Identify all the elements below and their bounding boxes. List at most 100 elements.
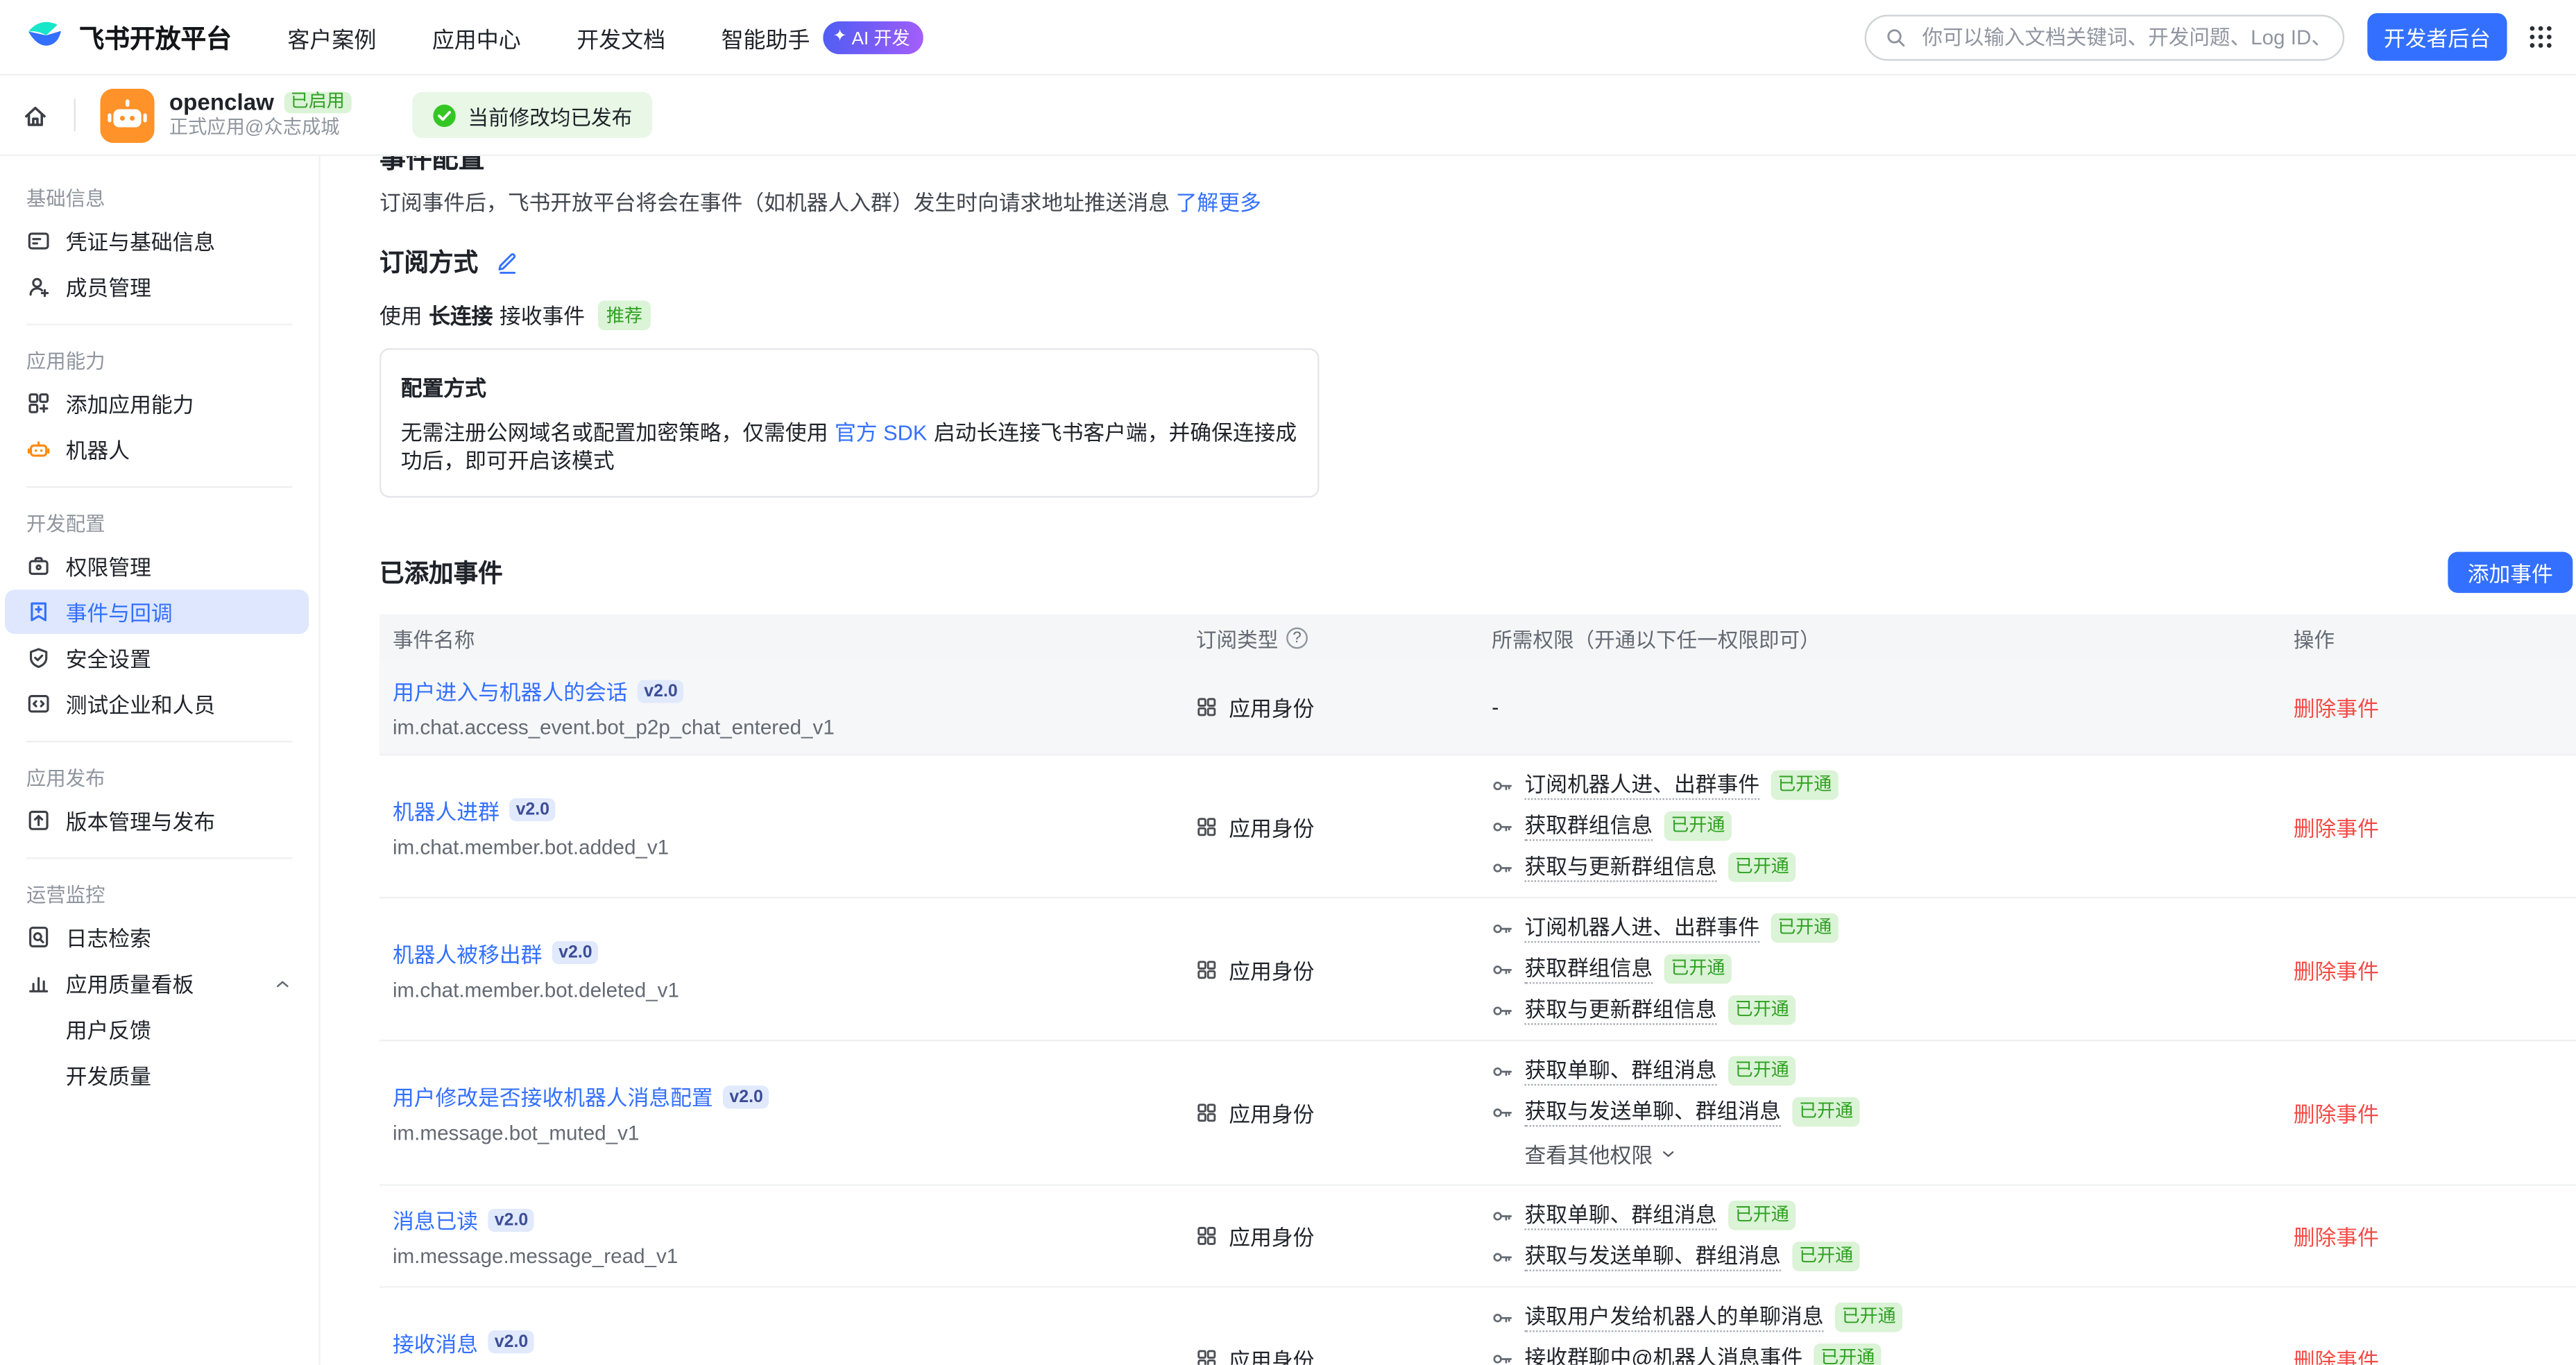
delete-event-link[interactable]: 删除事件: [2294, 959, 2379, 984]
help-question-icon[interactable]: ?: [1286, 626, 1308, 648]
event-name-cell: 接收消息v2.0 im.message.receive_v1: [379, 1326, 1183, 1365]
shield-check-icon: [26, 646, 51, 671]
sidebar-item-label: 版本管理与发布: [66, 805, 216, 836]
sidebar-item-test-org[interactable]: 测试企业和人员: [5, 682, 309, 726]
table-row: 机器人进群v2.0 im.chat.member.bot.added_v1 应用…: [379, 755, 2576, 898]
sidebar-item-members[interactable]: 成员管理: [5, 264, 309, 309]
config-card-description: 无需注册公网域名或配置加密策略，仅需使用官方 SDK启动长连接飞书客户端，并确保…: [401, 419, 1298, 475]
enabled-badge: 已开通: [1664, 812, 1732, 841]
sidebar-item-log-search[interactable]: 日志检索: [5, 915, 309, 959]
event-name-link[interactable]: 机器人被移出群: [393, 937, 543, 968]
event-name-link[interactable]: 用户修改是否接收机器人消息配置: [393, 1081, 713, 1112]
briefcase-icon: [26, 553, 51, 578]
sidebar-section-basic-info: 基础信息: [0, 178, 318, 217]
delete-event-link[interactable]: 删除事件: [2294, 1102, 2379, 1127]
home-button[interactable]: [22, 101, 49, 129]
app-enabled-badge: 已启用: [284, 92, 351, 113]
edit-pencil-icon[interactable]: [495, 249, 520, 275]
sidebar-item-dev-quality[interactable]: 开发质量: [5, 1053, 309, 1097]
global-search[interactable]: [1865, 14, 2344, 60]
sidebar-divider: [26, 857, 293, 859]
event-name-cell: 机器人被移出群v2.0 im.chat.member.bot.deleted_v…: [379, 937, 1183, 1001]
ai-dev-badge[interactable]: ✦ AI 开发: [823, 21, 923, 53]
permission-name[interactable]: 读取用户发给机器人的单聊消息: [1525, 1303, 1824, 1331]
sidebar-item-user-feedback[interactable]: 用户反馈: [5, 1007, 309, 1051]
column-header-label: 订阅类型: [1196, 621, 1278, 653]
developer-console-button[interactable]: 开发者后台: [2367, 13, 2507, 61]
version-badge: v2.0: [638, 679, 684, 702]
permission-name[interactable]: 获取与更新群组信息: [1525, 853, 1717, 881]
app-identity-icon: [1196, 1102, 1218, 1124]
subscribe-method-title: 订阅方式: [379, 245, 478, 280]
actions-cell: 删除事件: [2267, 811, 2576, 842]
table-row: 用户修改是否接收机器人消息配置v2.0 im.message.bot_muted…: [379, 1041, 2576, 1185]
event-name-link[interactable]: 消息已读: [393, 1204, 478, 1235]
user-plus-icon: [26, 274, 51, 299]
check-circle-icon: [432, 103, 457, 128]
brand[interactable]: 飞书开放平台: [23, 15, 232, 58]
permission-name[interactable]: 订阅机器人进、出群事件: [1525, 771, 1760, 799]
key-icon: [1492, 1061, 1513, 1082]
search-input[interactable]: [1919, 24, 2325, 50]
robot-icon: [26, 437, 51, 462]
learn-more-link[interactable]: 了解更多: [1176, 191, 1261, 216]
delete-event-link[interactable]: 删除事件: [2294, 1348, 2379, 1365]
mode-suffix: 接收事件: [500, 299, 585, 330]
add-event-button[interactable]: 添加事件: [2448, 552, 2573, 593]
view-more-permissions[interactable]: 查看其他权限: [1525, 1138, 2254, 1169]
delete-event-link[interactable]: 删除事件: [2294, 696, 2379, 721]
sidebar-item-bot[interactable]: 机器人: [5, 427, 309, 472]
log-search-icon: [26, 925, 51, 950]
permission-name[interactable]: 获取与发送单聊、群组消息: [1525, 1242, 1781, 1270]
actions-cell: 删除事件: [2267, 692, 2576, 723]
app-name[interactable]: openclaw: [169, 91, 274, 114]
nav-link-app-center[interactable]: 应用中心: [432, 21, 521, 53]
sidebar-item-add-capability[interactable]: 添加应用能力: [5, 381, 309, 425]
app-avatar-robot-icon[interactable]: [100, 88, 154, 142]
subscription-type: 应用身份: [1229, 1097, 1314, 1128]
apps-grid-icon[interactable]: [2528, 25, 2553, 50]
nav-link-docs[interactable]: 开发文档: [577, 21, 665, 53]
sidebar-item-label: 事件与回调: [66, 596, 173, 628]
sidebar-item-events-callbacks[interactable]: 事件与回调: [5, 590, 309, 634]
sidebar-item-credentials[interactable]: 凭证与基础信息: [5, 218, 309, 263]
nav-link-cases[interactable]: 客户案例: [287, 21, 376, 53]
official-sdk-link[interactable]: 官方 SDK: [835, 420, 927, 445]
enabled-badge: 已开通: [1793, 1242, 1860, 1271]
sidebar-item-quality-dashboard[interactable]: 应用质量看板: [5, 961, 309, 1005]
permission-name[interactable]: 获取群组信息: [1525, 955, 1653, 983]
column-header-actions: 操作: [2267, 621, 2576, 653]
permission-name[interactable]: 获取群组信息: [1525, 812, 1653, 840]
recommend-badge: 推荐: [598, 300, 651, 329]
permission-name[interactable]: 订阅机器人进、出群事件: [1525, 914, 1760, 942]
key-icon: [1492, 1307, 1513, 1328]
permissions-cell: -: [1478, 695, 2267, 720]
id-card-icon: [26, 228, 51, 253]
permission-name[interactable]: 获取单聊、群组消息: [1525, 1057, 1717, 1085]
delete-event-link[interactable]: 删除事件: [2294, 816, 2379, 841]
app-subtitle: 正式应用@众志成城: [169, 120, 351, 139]
permission-name[interactable]: 获取与更新群组信息: [1525, 996, 1717, 1024]
page-description-text: 订阅事件后，飞书开放平台将会在事件（如机器人入群）发生时向请求地址推送消息: [379, 191, 1170, 216]
permission-name[interactable]: 获取与发送单聊、群组消息: [1525, 1098, 1781, 1126]
nav-link-assistant[interactable]: 智能助手: [722, 21, 810, 53]
event-name-link[interactable]: 用户进入与机器人的会话: [393, 675, 628, 706]
sidebar-item-security[interactable]: 安全设置: [5, 635, 309, 680]
permission-name[interactable]: 接收群聊中@机器人消息事件: [1525, 1344, 1803, 1365]
event-code: im.message.bot_muted_v1: [393, 1122, 1170, 1144]
actions-cell: 删除事件: [2267, 1097, 2576, 1128]
sidebar-item-permissions[interactable]: 权限管理: [5, 544, 309, 588]
subscription-type-cell: 应用身份: [1183, 1097, 1478, 1128]
sidebar-item-version-release[interactable]: 版本管理与发布: [5, 798, 309, 843]
chevron-up-icon[interactable]: [273, 973, 292, 993]
added-events-header: 已添加事件 添加事件: [379, 552, 2576, 593]
delete-event-link[interactable]: 删除事件: [2294, 1226, 2379, 1251]
upload-box-icon: [26, 808, 51, 833]
event-name-link[interactable]: 机器人进群: [393, 794, 500, 825]
main-layout: 基础信息 凭证与基础信息 成员管理 应用能力 添加应用能力 机器人 开发配置: [0, 156, 2576, 1365]
key-icon: [1492, 857, 1513, 878]
permission-name[interactable]: 获取单聊、群组消息: [1525, 1201, 1717, 1229]
event-name-link[interactable]: 接收消息: [393, 1326, 478, 1357]
actions-cell: 删除事件: [2267, 1343, 2576, 1365]
sidebar-divider: [26, 741, 293, 742]
